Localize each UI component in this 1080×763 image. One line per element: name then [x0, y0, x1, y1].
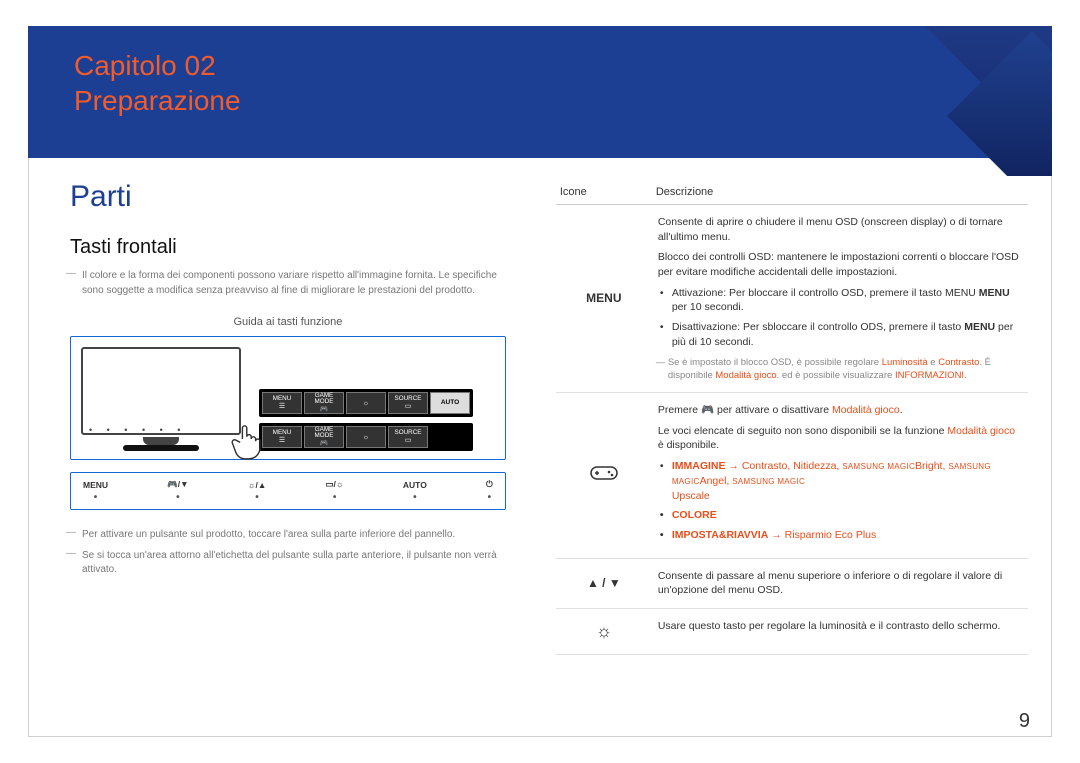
section-heading: Parti: [70, 180, 506, 214]
monitor-figure: • • • • • • MENU☰ GAMEMODE🎮 ☼ SOURCE▭ AU…: [70, 336, 506, 460]
btn-gamepad: 🎮/▼: [167, 479, 188, 490]
guide-label: Guida ai tasti funzione: [70, 316, 506, 328]
icons-table: Icone Descrizione MENU Consente di aprir…: [556, 180, 1028, 655]
page-number: 9: [1019, 710, 1030, 733]
sun-icon: ☼: [556, 608, 652, 654]
subsection-heading: Tasti frontali: [70, 236, 506, 259]
button-labels-frame: MENU• 🎮/▼• ☼/▲• ▭/☼• AUTO• ⏻•: [70, 472, 506, 510]
game-li-colore: COLORE: [658, 508, 1022, 523]
right-column: Icone Descrizione MENU Consente di aprir…: [556, 180, 1028, 655]
menu-activation-item: Attivazione: Per bloccare il controllo O…: [658, 286, 1022, 315]
chapter-banner: Capitolo 02 Preparazione: [28, 26, 1052, 158]
btn-rect-sun: ▭/☼: [326, 479, 344, 490]
menu-open-desc: Consente di aprire o chiudere il menu OS…: [658, 215, 1022, 244]
note-label-area: Se si tocca un'area attorno all'etichett…: [70, 549, 506, 578]
table-row-game: Premere 🎮 per attivare o disattivare Mod…: [556, 393, 1028, 559]
game-li-immagine: IMMAGINE → Contrasto, Nitidezza, SAMSUNG…: [658, 459, 1022, 503]
table-row-arrows: ▲ / ▼ Consente di passare al menu superi…: [556, 558, 1028, 608]
chapter-label: Capitolo 02: [74, 50, 216, 81]
chapter-title: Preparazione: [74, 83, 241, 118]
sun-desc: Usare questo tasto per regolare la lumin…: [652, 608, 1028, 654]
menu-lock-desc: Blocco dei controlli OSD: mantenere le i…: [658, 250, 1022, 279]
menu-small-note: Se è impostato il blocco OSD, è possibil…: [658, 356, 1022, 383]
osd-row-top: MENU☰ GAMEMODE🎮 ☼ SOURCE▭ AUTO: [259, 389, 473, 417]
monitor-illustration: • • • • • •: [81, 347, 241, 451]
game-premere: Premere 🎮 per attivare o disattivare Mod…: [658, 403, 1022, 418]
game-li-imposta: IMPOSTA&RIAVVIA → Risparmio Eco Plus: [658, 528, 1022, 543]
btn-sun-up: ☼/▲: [248, 480, 267, 490]
arrows-icon: ▲ / ▼: [556, 558, 652, 608]
osd-strips: MENU☰ GAMEMODE🎮 ☼ SOURCE▭ AUTO MENU☰ GAM…: [259, 389, 473, 451]
menu-icon-label: MENU: [556, 205, 652, 393]
touch-dots: • • • • • •: [89, 425, 186, 435]
btn-auto: AUTO: [403, 480, 427, 490]
gamepad-icon: [556, 393, 652, 559]
hand-icon: [227, 417, 271, 461]
note-activate: Per attivare un pulsante sul prodotto, t…: [70, 528, 506, 543]
note-spec-change: Il colore e la forma dei componenti poss…: [70, 269, 506, 298]
btn-power-icon: ⏻: [486, 479, 493, 490]
table-head-icons: Icone: [556, 180, 652, 205]
table-head-desc: Descrizione: [652, 180, 1028, 205]
content-area: Parti Tasti frontali Il colore e la form…: [70, 180, 1028, 655]
game-voci: Le voci elencate di seguito non sono dis…: [658, 424, 1022, 453]
left-column: Parti Tasti frontali Il colore e la form…: [70, 180, 506, 655]
table-row-sun: ☼ Usare questo tasto per regolare la lum…: [556, 608, 1028, 654]
menu-deactivation-item: Disattivazione: Per sbloccare il control…: [658, 320, 1022, 349]
osd-row-bottom: MENU☰ GAMEMODE🎮 ☼ SOURCE▭: [259, 423, 473, 451]
table-row-menu: MENU Consente di aprire o chiudere il me…: [556, 205, 1028, 393]
arrows-desc: Consente di passare al menu superiore o …: [652, 558, 1028, 608]
btn-menu: MENU: [83, 480, 108, 490]
